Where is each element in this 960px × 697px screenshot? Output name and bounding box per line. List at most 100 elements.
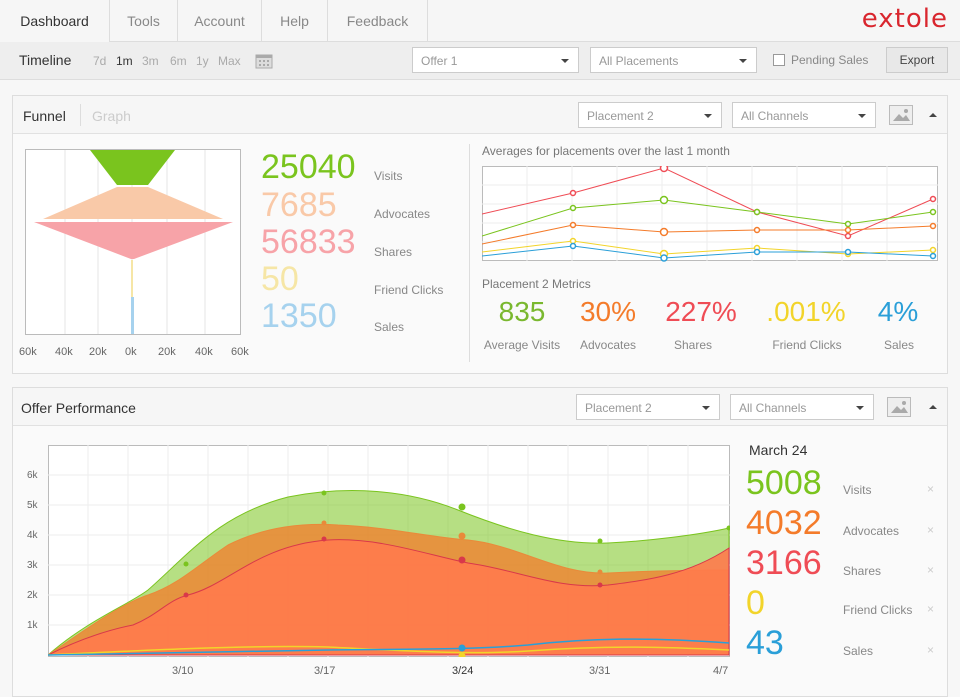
offer-friend-clicks-label: Friend Clicks (843, 603, 913, 617)
range-3m[interactable]: 3m (142, 54, 159, 68)
remove-sales-icon[interactable]: × (927, 643, 934, 657)
offer-channel-value: All Channels (739, 401, 807, 415)
funnel-visits-value: 25040 (261, 148, 356, 186)
pm-friend-clicks-label: Friend Clicks (772, 338, 842, 352)
funnel-x-tick: 0k (125, 346, 137, 358)
image-export-icon[interactable] (887, 397, 911, 417)
offer-area-chart (48, 445, 730, 657)
tab-help[interactable]: Help (262, 0, 328, 42)
funnel-channel-select[interactable]: All Channels (732, 102, 876, 128)
y-tick: 1k (27, 620, 38, 631)
pm-sales-label: Sales (883, 338, 915, 352)
divider (469, 144, 470, 362)
avg-point-sales (660, 254, 668, 262)
remove-visits-icon[interactable]: × (927, 482, 934, 496)
pm-average-visits-value: 835 (498, 296, 546, 327)
avg-point-sales (929, 252, 937, 260)
funnel-placement-value: Placement 2 (587, 109, 654, 123)
pm-shares-value: 227% (665, 296, 737, 327)
funnel-advocates-label: Advocates (374, 207, 431, 221)
chevron-down-icon (858, 114, 866, 118)
offer-performance-panel: Offer Performance Placement 2 All Channe… (12, 387, 948, 697)
tab-tools[interactable]: Tools (110, 0, 178, 42)
avg-point-visits (844, 220, 852, 228)
point-advocates (321, 520, 327, 526)
funnel-friend-clicks-label: Friend Clicks (374, 283, 444, 297)
offer-placement-value: Placement 2 (585, 401, 652, 415)
pending-sales-checkbox[interactable] (773, 54, 785, 66)
calendar-icon[interactable] (255, 52, 273, 69)
range-1y[interactable]: 1y (196, 54, 209, 68)
pm-advocates-label: Advocates (579, 338, 637, 352)
placements-select[interactable]: All Placements (590, 47, 757, 73)
remove-shares-icon[interactable]: × (927, 563, 934, 577)
tab-feedback[interactable]: Feedback (328, 0, 428, 42)
funnel-placement-select[interactable]: Placement 2 (578, 102, 722, 128)
tab-dashboard[interactable]: Dashboard (0, 0, 110, 42)
range-max[interactable]: Max (218, 54, 241, 68)
averages-title: Averages for placements over the last 1 … (482, 144, 730, 158)
range-1m[interactable]: 1m (116, 54, 133, 68)
tab-graph[interactable]: Graph (92, 108, 131, 124)
range-6m[interactable]: 6m (170, 54, 187, 68)
point-sales (458, 644, 466, 652)
offer-select-value: Offer 1 (421, 54, 458, 68)
tab-funnel[interactable]: Funnel (23, 108, 66, 124)
collapse-icon[interactable] (929, 405, 937, 409)
funnel-x-tick: 60k (231, 346, 249, 358)
funnel-shares-value: 56833 (261, 223, 356, 261)
offer-advocates-label: Advocates (843, 524, 900, 538)
avg-point-shares (929, 195, 937, 203)
avg-point-sales (844, 248, 852, 256)
funnel-chart (25, 149, 241, 335)
offer-advocates-value: 4032 (746, 504, 822, 542)
offer-visits-label: Visits (843, 483, 872, 497)
remove-advocates-icon[interactable]: × (927, 523, 934, 537)
pm-average-visits-label: Average Visits (483, 338, 561, 352)
collapse-icon[interactable] (929, 113, 937, 117)
offer-shares-value: 3166 (746, 544, 822, 582)
x-tick: 3/10 (172, 665, 194, 677)
chevron-down-icon (561, 59, 569, 63)
avg-point-visits (929, 208, 937, 216)
pm-sales-value: 4% (877, 296, 919, 327)
avg-point-visits (753, 208, 761, 216)
funnel-x-tick: 40k (55, 346, 73, 358)
extole-logo: extole (861, 4, 948, 34)
x-tick: 3/31 (589, 665, 611, 677)
x-tick: 4/7 (713, 665, 729, 677)
placements-select-value: All Placements (599, 54, 679, 68)
avg-point-shares (844, 232, 852, 240)
offer-placement-select[interactable]: Placement 2 (576, 394, 720, 420)
point-shares (458, 556, 466, 564)
funnel-advocates-value: 7685 (261, 186, 337, 224)
point-advocates (458, 532, 466, 540)
offer-visits-value: 5008 (746, 464, 822, 502)
point-shares (321, 536, 327, 542)
range-7d[interactable]: 7d (93, 54, 106, 68)
funnel-x-tick: 20k (89, 346, 107, 358)
chevron-down-icon (702, 406, 710, 410)
avg-point-visits (659, 195, 669, 205)
funnel-stage-friend-clicks (131, 260, 133, 297)
remove-friend-clicks-icon[interactable]: × (927, 602, 934, 616)
avg-point-sales (569, 242, 577, 250)
tab-account[interactable]: Account (178, 0, 262, 42)
point-visits (597, 538, 603, 544)
offer-channel-select[interactable]: All Channels (730, 394, 874, 420)
y-tick: 3k (27, 560, 38, 571)
selected-date: March 24 (749, 442, 808, 458)
funnel-sales-value: 1350 (261, 297, 337, 335)
funnel-visits-label: Visits (374, 169, 403, 183)
image-export-icon[interactable] (889, 105, 913, 125)
divider (80, 104, 81, 126)
y-tick: 2k (27, 590, 38, 601)
placement-metrics-title: Placement 2 Metrics (482, 277, 591, 291)
funnel-sales-label: Sales (374, 320, 405, 334)
point-shares (183, 592, 189, 598)
offer-sales-label: Sales (843, 644, 874, 658)
offer-select[interactable]: Offer 1 (412, 47, 579, 73)
chevron-down-icon (704, 114, 712, 118)
pm-friend-clicks-value: .001% (766, 296, 846, 327)
export-button[interactable]: Export (886, 47, 948, 73)
